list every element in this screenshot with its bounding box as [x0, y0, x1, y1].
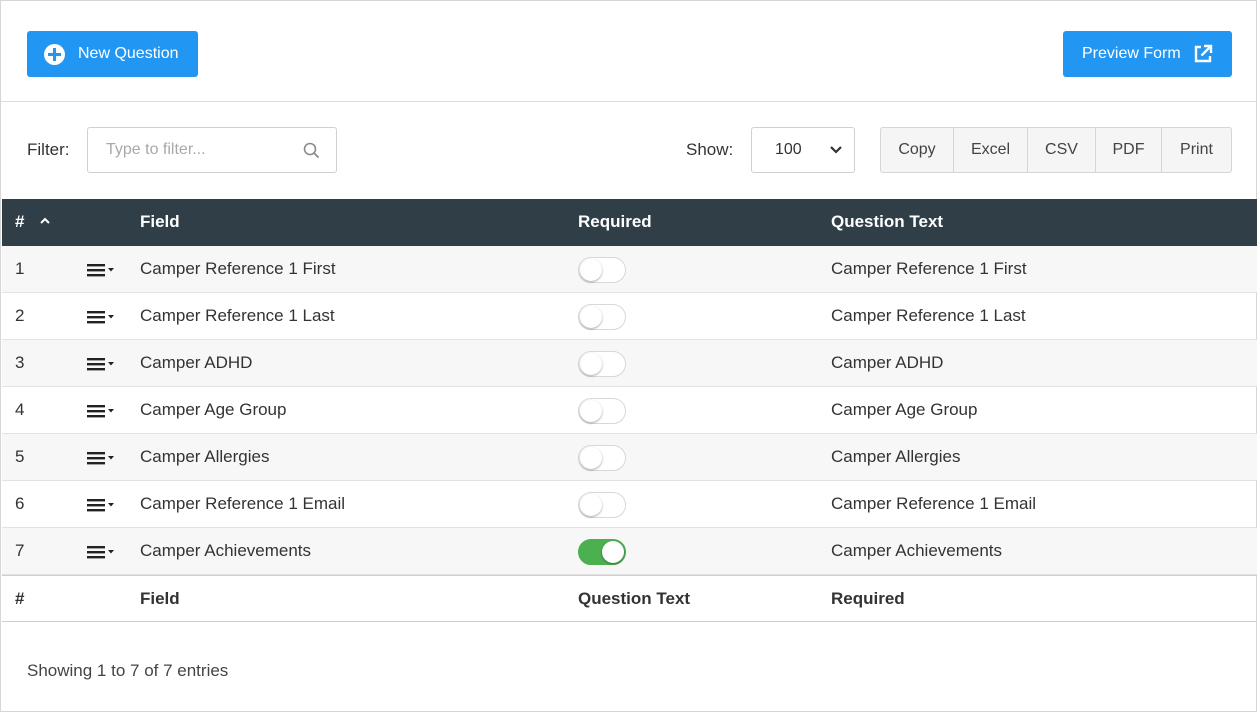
toggle-knob — [580, 447, 602, 469]
row-field: Camper ADHD — [140, 353, 253, 372]
row-field: Camper Achievements — [140, 541, 312, 560]
excel-button[interactable]: Excel — [954, 128, 1028, 172]
row-field: Camper Allergies — [140, 447, 270, 466]
header-num[interactable]: # — [15, 212, 24, 232]
table-row: 5 Camper Allergies Camper Allergies — [2, 434, 1257, 481]
row-question-text: Camper Achievements — [831, 541, 1003, 560]
filter-label: Filter: — [27, 140, 70, 159]
row-number: 4 — [15, 400, 25, 419]
row-number: 7 — [15, 541, 25, 560]
chevron-down-icon — [830, 146, 842, 154]
row-number: 5 — [15, 447, 25, 466]
row-question-text: Camper Reference 1 Email — [831, 494, 1037, 513]
table-info: Showing 1 to 7 of 7 entries — [27, 661, 229, 680]
page: New Question Preview Form Filter: Show: … — [0, 0, 1257, 712]
row-menu-icon[interactable] — [86, 262, 116, 283]
row-number: 2 — [15, 306, 25, 325]
row-menu-icon[interactable] — [86, 403, 116, 424]
required-toggle[interactable] — [578, 492, 626, 518]
table-row: 7 Camper Achievements Camper Achievements — [2, 528, 1257, 575]
sort-ascending-icon[interactable] — [39, 216, 51, 226]
row-menu-icon[interactable] — [86, 450, 116, 471]
header-field[interactable]: Field — [140, 212, 180, 232]
copy-button[interactable]: Copy — [881, 128, 954, 172]
preview-form-button[interactable]: Preview Form — [1063, 31, 1232, 77]
top-action-bar: New Question Preview Form — [1, 1, 1256, 102]
row-menu-icon[interactable] — [86, 309, 116, 330]
filter-input[interactable] — [88, 128, 298, 172]
table-footer-row: # Field Question Text Required — [2, 575, 1257, 622]
row-field: Camper Reference 1 Email — [140, 494, 346, 513]
required-toggle[interactable] — [578, 398, 626, 424]
footer-question-text: Question Text — [578, 589, 691, 608]
table-row: 4 Camper Age Group Camper Age Group — [2, 387, 1257, 434]
filter-field[interactable] — [87, 127, 337, 173]
external-link-icon — [1194, 44, 1212, 63]
row-menu-icon[interactable] — [86, 356, 116, 377]
table-body: 1 Camper Reference 1 First Camper Referenc… — [2, 246, 1257, 575]
required-toggle[interactable] — [578, 351, 626, 377]
footer-num: # — [15, 589, 25, 608]
row-number: 3 — [15, 353, 25, 372]
required-toggle[interactable] — [578, 445, 626, 471]
row-menu-icon[interactable] — [86, 544, 116, 565]
required-toggle[interactable] — [578, 539, 626, 565]
row-field: Camper Reference 1 Last — [140, 306, 335, 325]
footer-required: Required — [831, 589, 905, 608]
toggle-knob — [580, 400, 602, 422]
search-icon — [303, 142, 320, 159]
csv-button[interactable]: CSV — [1028, 128, 1096, 172]
table-header-row: # Field Required Question Text — [2, 199, 1257, 246]
plus-circle-icon — [44, 43, 65, 65]
header-question-text[interactable]: Question Text — [831, 212, 943, 232]
page-size-value: 100 — [775, 141, 802, 158]
new-question-label: New Question — [78, 45, 179, 62]
show-label: Show: — [686, 140, 734, 159]
print-button[interactable]: Print — [1162, 128, 1231, 172]
row-question-text: Camper Allergies — [831, 447, 961, 466]
row-field: Camper Reference 1 First — [140, 259, 336, 278]
questions-table: # Field Required Question Text 1 Camper R… — [2, 199, 1257, 622]
row-question-text: Camper Age Group — [831, 400, 978, 419]
row-question-text: Camper ADHD — [831, 353, 944, 372]
page-size-select[interactable]: 100 — [751, 127, 855, 173]
pdf-button[interactable]: PDF — [1096, 128, 1162, 172]
header-required[interactable]: Required — [578, 212, 652, 232]
table-row: 3 Camper ADHD Camper ADHD — [2, 340, 1257, 387]
new-question-button[interactable]: New Question — [27, 31, 198, 77]
footer-field: Field — [140, 589, 180, 608]
table-row: 1 Camper Reference 1 First Camper Referenc… — [2, 246, 1257, 293]
required-toggle[interactable] — [578, 257, 626, 283]
row-number: 6 — [15, 494, 25, 513]
row-field: Camper Age Group — [140, 400, 287, 419]
row-menu-icon[interactable] — [86, 497, 116, 518]
toggle-knob — [580, 353, 602, 375]
preview-form-label: Preview Form — [1082, 45, 1181, 62]
required-toggle[interactable] — [578, 304, 626, 330]
toggle-knob — [580, 306, 602, 328]
toggle-knob — [580, 494, 602, 516]
row-question-text: Camper Reference 1 First — [831, 259, 1027, 278]
table-row: 2 Camper Reference 1 Last Camper Reference… — [2, 293, 1257, 340]
row-number: 1 — [15, 259, 25, 278]
toggle-knob — [602, 541, 624, 563]
export-button-group: Copy Excel CSV PDF Print — [880, 127, 1232, 173]
row-question-text: Camper Reference 1 Last — [831, 306, 1026, 325]
table-row: 6 Camper Reference 1 Email Camper Referenc… — [2, 481, 1257, 528]
toggle-knob — [580, 259, 602, 281]
